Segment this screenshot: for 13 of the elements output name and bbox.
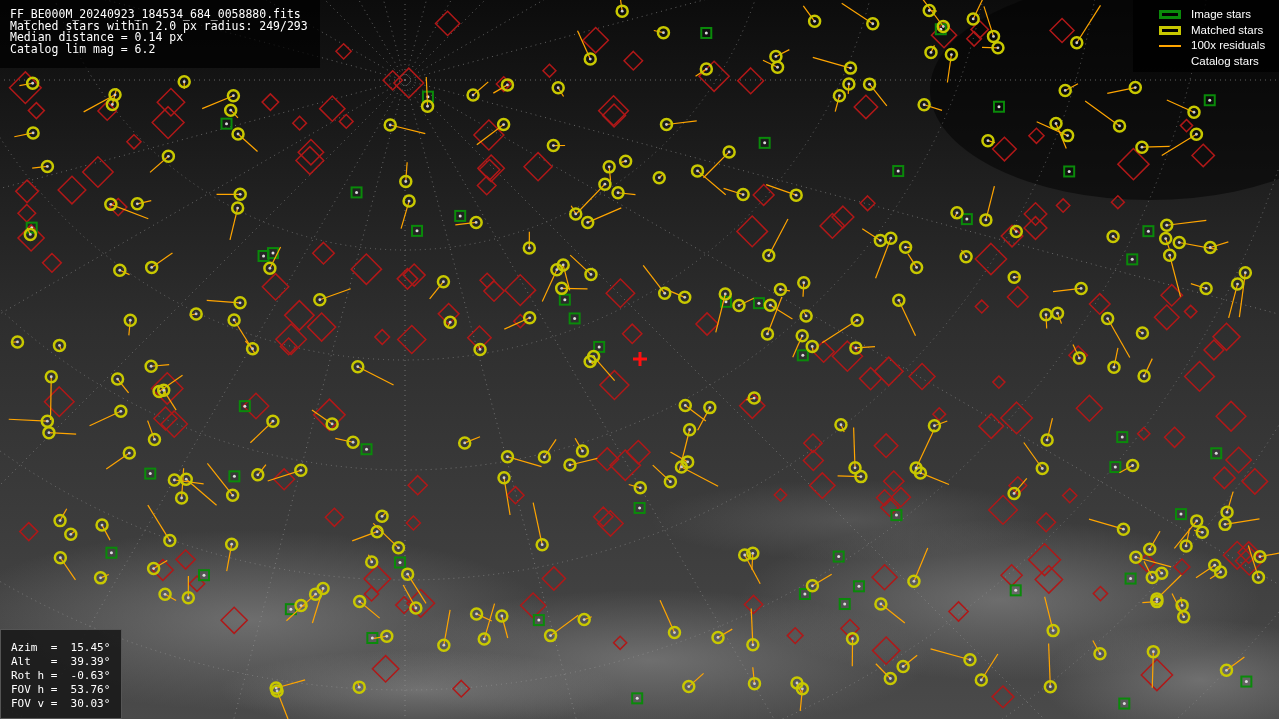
pointing-text: Rot h = -0.63° [11,669,112,683]
info-text: Catalog lim mag = 6.2 [10,43,157,55]
legend-label: Matched stars [1191,22,1264,38]
info-text: FF_BE000M_20240923_184534_684_0058880.fits [10,9,302,21]
pointing-text: FOV h = 53.76° [11,683,112,697]
pointing-text: Alt = 39.39° [11,655,112,669]
pointing-text: Azim = 15.45° [11,641,112,655]
info-text: Median distance = 0.14 px [10,32,184,44]
legend-label: Image stars [1191,7,1252,23]
pointing-text: FOV v = 30.03° [11,697,112,711]
legend-label: 100x residuals [1191,38,1266,54]
info-text: Matched stars within 2.0 px radius: 249/293 [10,20,309,32]
legend-label: Catalog stars [1191,53,1259,69]
